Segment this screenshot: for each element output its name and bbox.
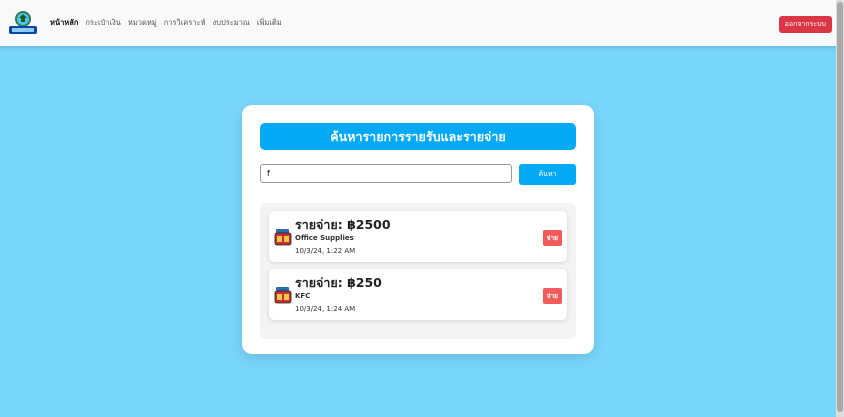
results-list: รายจ่าย: ฿2500 Office Supplies 10/3/24, …	[260, 203, 576, 339]
page-title: ค้นหารายการรายรับและรายจ่าย	[260, 123, 576, 150]
transaction-amount: รายจ่าย: ฿250	[295, 275, 382, 290]
expense-badge: จ่าย	[542, 288, 562, 304]
list-item[interactable]: รายจ่าย: ฿250 KFC 10/3/24, 1:24 AM จ่าย	[269, 269, 567, 320]
search-card: ค้นหารายการรายรับและรายจ่าย ค้นหา รายจ่า…	[242, 105, 594, 354]
nav-links: หน้าหลัก กระเป๋าเงิน หมวดหมู่ การวิเคราะ…	[50, 17, 282, 29]
nav-link-home[interactable]: หน้าหลัก	[50, 17, 78, 29]
search-input[interactable]	[260, 164, 512, 183]
logout-button[interactable]: ออกจากระบบ	[778, 16, 832, 33]
nav-link-more[interactable]: เพิ่มเติม	[257, 17, 282, 29]
scrollbar[interactable]	[836, 0, 844, 417]
nav-link-analysis[interactable]: การวิเคราะห์	[164, 17, 206, 29]
nav-link-budget[interactable]: งบประมาณ	[213, 17, 250, 29]
transaction-time: 10/3/24, 1:22 AM	[295, 247, 356, 255]
transaction-name: Office Supplies	[295, 234, 354, 242]
transaction-time: 10/3/24, 1:24 AM	[295, 305, 356, 313]
expense-badge: จ่าย	[542, 230, 562, 246]
nav-link-wallet[interactable]: กระเป๋าเงิน	[85, 17, 121, 29]
transaction-amount: รายจ่าย: ฿2500	[295, 217, 391, 232]
wallet-icon	[274, 285, 292, 305]
wallet-icon	[274, 227, 292, 247]
navbar: หน้าหลัก กระเป๋าเงิน หมวดหมู่ การวิเคราะ…	[0, 0, 836, 46]
list-item[interactable]: รายจ่าย: ฿2500 Office Supplies 10/3/24, …	[269, 211, 567, 262]
app-logo[interactable]	[6, 6, 40, 40]
transaction-name: KFC	[295, 292, 311, 300]
search-button[interactable]: ค้นหา	[519, 164, 576, 185]
scrollbar-thumb[interactable]	[837, 2, 843, 412]
nav-link-categories[interactable]: หมวดหมู่	[128, 17, 157, 29]
